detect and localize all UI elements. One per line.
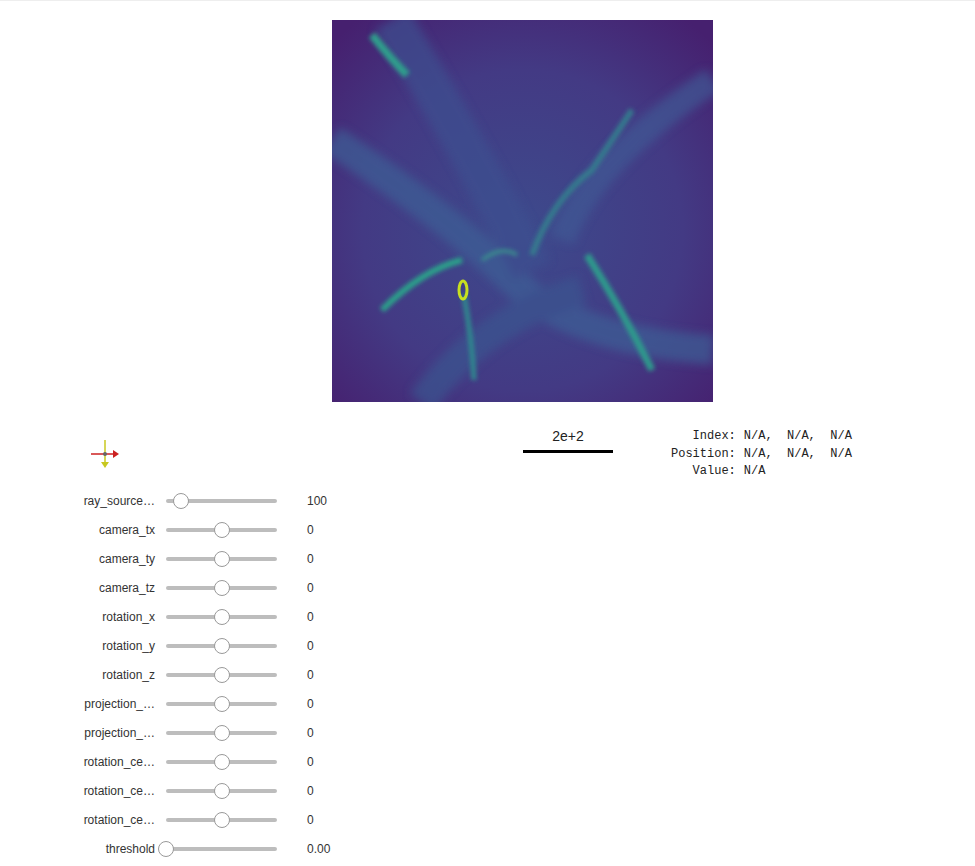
slider-track[interactable]	[166, 615, 277, 619]
slider-label: camera_ty	[70, 550, 155, 568]
slider-row: ray_source… 100	[0, 487, 975, 516]
info-value: N/A	[744, 463, 852, 481]
slider-track[interactable]	[166, 673, 277, 677]
slider-knob[interactable]	[214, 783, 230, 799]
slider-row: rotation_ce… 0	[0, 806, 975, 835]
slider-track[interactable]	[166, 789, 277, 793]
info-value: N/A, N/A, N/A	[744, 428, 852, 446]
slider-row: rotation_ce… 0	[0, 777, 975, 806]
slider-knob[interactable]	[214, 754, 230, 770]
slider-label: projection_…	[70, 724, 155, 742]
slider-track[interactable]	[166, 499, 277, 503]
slider-knob[interactable]	[173, 493, 189, 509]
slider-label: threshold	[70, 840, 155, 858]
slider-row: rotation_x 0	[0, 603, 975, 632]
slider-knob[interactable]	[214, 522, 230, 538]
slider-knob[interactable]	[214, 638, 230, 654]
slider-track[interactable]	[166, 557, 277, 561]
info-value: N/A, N/A, N/A	[744, 446, 852, 464]
slider-value: 0	[307, 666, 314, 684]
slider-row: projection_… 0	[0, 690, 975, 719]
slider-value: 0	[307, 811, 314, 829]
slider-value: 0	[307, 608, 314, 626]
slider-value: 0	[307, 753, 314, 771]
slider-track[interactable]	[166, 731, 277, 735]
slider-row: rotation_y 0	[0, 632, 975, 661]
slider-row: rotation_ce… 0	[0, 748, 975, 777]
slider-row: threshold 0.00	[0, 835, 975, 864]
slider-panel: ray_source…100camera_tx0camera_ty0camera…	[0, 487, 975, 864]
slider-value: 0	[307, 637, 314, 655]
info-label: Position:	[671, 446, 736, 464]
slider-row: camera_tz 0	[0, 574, 975, 603]
slider-track[interactable]	[166, 760, 277, 764]
slider-track[interactable]	[166, 644, 277, 648]
axis-icon	[89, 438, 121, 470]
slider-label: projection_…	[70, 695, 155, 713]
pixel-info: Index: N/A, N/A, N/A Position: N/A, N/A, N/…	[671, 428, 852, 481]
slider-row: rotation_z 0	[0, 661, 975, 690]
slider-label: rotation_ce…	[70, 753, 155, 771]
slider-row: camera_tx 0	[0, 516, 975, 545]
slider-knob[interactable]	[214, 696, 230, 712]
slider-label: camera_tz	[70, 579, 155, 597]
slider-value: 0	[307, 579, 314, 597]
slider-value: 100	[307, 492, 327, 510]
slider-knob[interactable]	[214, 580, 230, 596]
slider-track[interactable]	[166, 702, 277, 706]
scale-bar-label: 2e+2	[552, 428, 584, 444]
slider-value: 0	[307, 695, 314, 713]
info-label: Index:	[671, 428, 736, 446]
info-label: Value:	[671, 463, 736, 481]
slider-track[interactable]	[166, 528, 277, 532]
slider-value: 0	[307, 782, 314, 800]
slider-label: rotation_y	[70, 637, 155, 655]
slider-knob[interactable]	[214, 725, 230, 741]
slider-value: 0	[307, 521, 314, 539]
slider-knob[interactable]	[214, 551, 230, 567]
slider-knob[interactable]	[158, 841, 174, 857]
slider-label: rotation_x	[70, 608, 155, 626]
slider-knob[interactable]	[214, 609, 230, 625]
slider-knob[interactable]	[214, 667, 230, 683]
slider-label: camera_tx	[70, 521, 155, 539]
slider-value: 0	[307, 550, 314, 568]
slider-label: rotation_z	[70, 666, 155, 684]
slider-value: 0	[307, 724, 314, 742]
slider-value: 0.00	[307, 840, 330, 858]
slider-track[interactable]	[166, 818, 277, 822]
slider-label: ray_source…	[70, 492, 155, 510]
slider-knob[interactable]	[214, 812, 230, 828]
slider-row: projection_… 0	[0, 719, 975, 748]
slider-track[interactable]	[166, 586, 277, 590]
scale-bar: 2e+2	[523, 428, 613, 453]
slider-track[interactable]	[166, 847, 277, 851]
volume-render[interactable]	[332, 20, 713, 402]
slider-label: rotation_ce…	[70, 811, 155, 829]
slider-label: rotation_ce…	[70, 782, 155, 800]
page: 2e+2 Index: N/A, N/A, N/A Position: N/A, N/A…	[0, 0, 975, 866]
slider-row: camera_ty 0	[0, 545, 975, 574]
